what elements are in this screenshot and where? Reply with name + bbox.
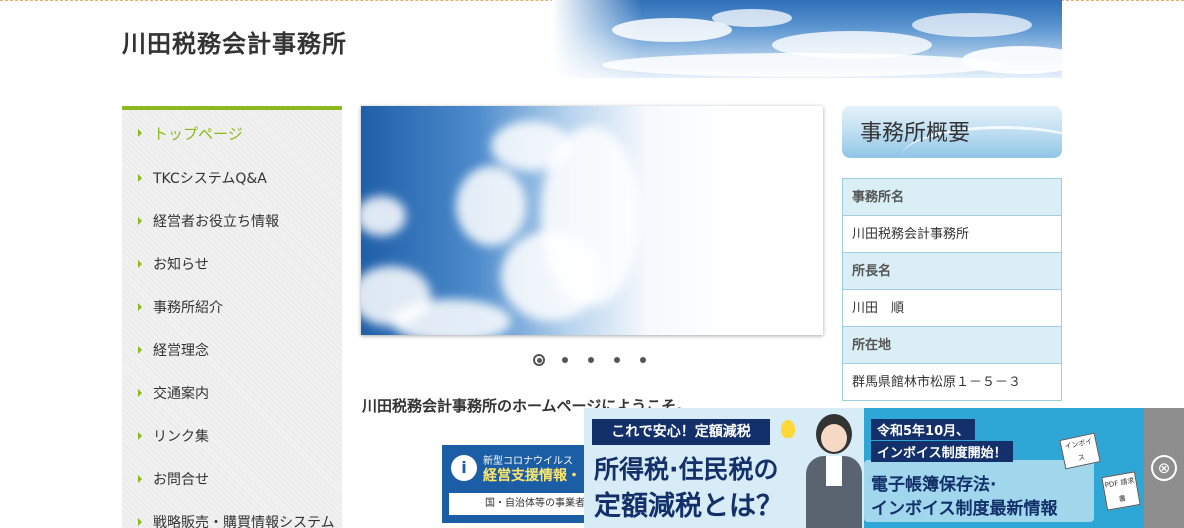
ad-right-line4: インボイス制度最新情報 bbox=[871, 499, 1058, 519]
ad-right-line1: 令和5年10月、 bbox=[871, 419, 976, 440]
covid-support-banner[interactable]: i 新型コロナウイルス 経営支援情報・ 国・自治体等の事業者 bbox=[442, 445, 602, 523]
slider-pagination bbox=[533, 354, 649, 366]
hero-slider[interactable] bbox=[361, 106, 823, 335]
nav-arrow-icon bbox=[138, 173, 142, 182]
ad-right-line3: 電子帳簿保存法· bbox=[871, 475, 997, 495]
nav-arrow-icon bbox=[138, 431, 142, 440]
nav-item-office-intro[interactable]: 事務所紹介 bbox=[122, 285, 342, 328]
info-label-director: 所長名 bbox=[843, 253, 1061, 290]
site-title[interactable]: 川田税務会計事務所 bbox=[122, 24, 347, 59]
nav-item-label: 経営者お役立ち情報 bbox=[153, 213, 279, 230]
sidebar-nav: トップページ TKCシステムQ&A 経営者お役立ち情報 お知らせ 事務所紹介 経… bbox=[122, 106, 342, 528]
info-label-office-name: 事務所名 bbox=[843, 179, 1061, 216]
nav-arrow-icon bbox=[138, 345, 142, 354]
nav-arrow-icon bbox=[138, 216, 142, 225]
nav-arrow-icon bbox=[138, 302, 142, 311]
ad-headline-1: 所得税·住民税の bbox=[594, 455, 779, 484]
slider-dot[interactable] bbox=[637, 354, 649, 366]
slider-dot[interactable] bbox=[559, 354, 571, 366]
nav-arrow-icon bbox=[138, 474, 142, 483]
info-value-director: 川田 順 bbox=[843, 290, 1061, 327]
header-sky-image bbox=[552, 0, 1062, 78]
nav-arrow-icon bbox=[138, 259, 142, 268]
office-overview-title: 事務所概要 bbox=[860, 121, 971, 146]
nav-item-contact[interactable]: お問合せ bbox=[122, 457, 342, 500]
slider-dot[interactable] bbox=[533, 354, 545, 366]
ad-headline-2: 定額減税とは？ bbox=[594, 491, 783, 522]
nav-item-philosophy[interactable]: 経営理念 bbox=[122, 328, 342, 371]
nav-item-label: リンク集 bbox=[153, 428, 209, 445]
nav-item-strategy-system[interactable]: 戦略販売・購買情報システム bbox=[122, 500, 342, 528]
nav-arrow-icon bbox=[138, 517, 142, 526]
slider-clouds bbox=[361, 121, 641, 335]
nav-item-label: トップページ bbox=[153, 124, 243, 143]
info-label-address: 所在地 bbox=[843, 327, 1061, 364]
nav-item-news[interactable]: お知らせ bbox=[122, 242, 342, 285]
banner-line2: 経営支援情報・ bbox=[483, 468, 581, 484]
nav-item-label: TKCシステムQ&A bbox=[153, 170, 267, 187]
info-value-address: 群馬県館林市松原１－５－３ bbox=[843, 364, 1061, 401]
ad-badge: これで安心！定額減税 bbox=[592, 419, 770, 445]
lightbulb-icon bbox=[781, 420, 795, 438]
nav-item-label: お知らせ bbox=[153, 256, 209, 273]
info-icon: i bbox=[451, 455, 477, 481]
ad-right-line2: インボイス制度開始！ bbox=[871, 441, 1013, 462]
nav-arrow-icon bbox=[138, 129, 142, 137]
banner-line3: 国・自治体等の事業者 bbox=[449, 493, 599, 515]
ad-close-icon[interactable]: ⊗ bbox=[1151, 455, 1177, 481]
nav-item-top-page[interactable]: トップページ bbox=[122, 110, 342, 156]
nav-arrow-icon bbox=[138, 388, 142, 397]
slider-dot[interactable] bbox=[611, 354, 623, 366]
nav-item-label: 経営理念 bbox=[153, 342, 209, 359]
businesswoman-illustration bbox=[806, 414, 862, 528]
nav-item-access[interactable]: 交通案内 bbox=[122, 371, 342, 414]
slider-dot[interactable] bbox=[585, 354, 597, 366]
nav-item-label: 事務所紹介 bbox=[153, 299, 223, 316]
nav-item-links[interactable]: リンク集 bbox=[122, 414, 342, 457]
nav-item-management-info[interactable]: 経営者お役立ち情報 bbox=[122, 199, 342, 242]
nav-item-tkc-qa[interactable]: TKCシステムQ&A bbox=[122, 156, 342, 199]
pdf-invoice-icon: PDF 請求書 bbox=[1101, 471, 1141, 511]
office-overview-header: 事務所概要 bbox=[842, 106, 1062, 158]
nav-item-label: 戦略販売・購買情報システム bbox=[153, 514, 335, 528]
office-info-table: 事務所名 川田税務会計事務所 所長名 川田 順 所在地 群馬県館林市松原１－５－… bbox=[842, 178, 1062, 401]
info-value-office-name: 川田税務会計事務所 bbox=[843, 216, 1061, 253]
nav-item-label: お問合せ bbox=[153, 471, 209, 488]
bottom-ad-banner[interactable]: これで安心！定額減税 所得税·住民税の 定額減税とは？ 令和5年10月、 インボ… bbox=[584, 408, 1184, 528]
nav-item-label: 交通案内 bbox=[153, 385, 209, 402]
